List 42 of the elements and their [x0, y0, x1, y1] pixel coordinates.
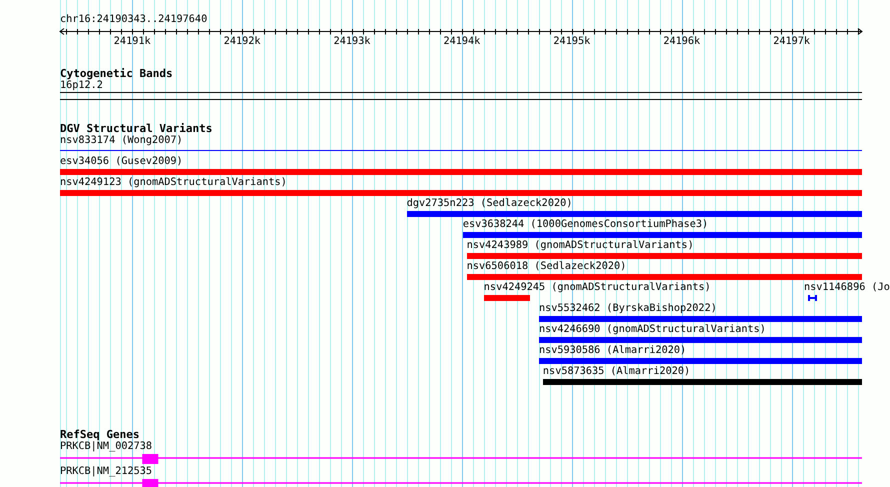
- transcript-drawing[interactable]: [60, 479, 862, 487]
- variant-bar[interactable]: [484, 295, 530, 301]
- transcript-label[interactable]: PRKCB|NM_002738: [60, 441, 152, 453]
- variant-label[interactable]: esv3638244 (1000GenomesConsortiumPhase3): [462, 219, 708, 231]
- variant-bar[interactable]: [539, 337, 862, 343]
- variant-label[interactable]: nsv833174 (Wong2007): [60, 135, 183, 147]
- transcript-label[interactable]: PRKCB|NM_212535: [60, 466, 152, 478]
- variant-label[interactable]: nsv4243989 (gnomADStructuralVariants): [466, 240, 694, 252]
- variant-label[interactable]: nsv1146896 (Jo: [804, 282, 890, 294]
- variant-label[interactable]: nsv5532462 (ByrskaBishop2022): [538, 303, 717, 315]
- track-title: Cytogenetic Bands: [60, 67, 173, 80]
- region-label: chr16:24190343..24197640: [60, 14, 208, 26]
- variant-bar[interactable]: [60, 169, 862, 175]
- variant-label[interactable]: nsv5873635 (Almarri2020): [542, 366, 690, 378]
- tick-label: 24194k: [444, 36, 480, 47]
- variant-bar[interactable]: [407, 211, 862, 217]
- variant-label[interactable]: esv34056 (Gusev2009): [60, 156, 183, 168]
- variant-bar[interactable]: [539, 316, 862, 322]
- tick-label: 24192k: [224, 36, 261, 47]
- variant-label[interactable]: nsv4249123 (gnomADStructuralVariants): [60, 177, 287, 189]
- variant-bar[interactable]: [463, 232, 862, 238]
- variant-bar[interactable]: [543, 379, 862, 385]
- variant-bar[interactable]: [467, 274, 862, 280]
- variant-interval[interactable]: [808, 295, 817, 301]
- tick-label: 24197k: [773, 36, 810, 47]
- variant-label[interactable]: nsv4246690 (gnomADStructuralVariants): [538, 324, 766, 336]
- tick-label: 24196k: [663, 36, 700, 47]
- track-title: DGV Structural Variants: [60, 122, 212, 135]
- tick-label: 24191k: [114, 36, 151, 47]
- variant-label[interactable]: nsv6506018 (Sedlazeck2020): [466, 261, 626, 273]
- band-label: 16p12.2: [60, 80, 103, 92]
- variant-label[interactable]: dgv2735n223 (Sedlazeck2020): [406, 198, 572, 210]
- variant-bar[interactable]: [60, 190, 862, 196]
- tick-label: 24193k: [334, 36, 370, 47]
- variant-line[interactable]: [60, 150, 862, 151]
- variant-label[interactable]: nsv4249245 (gnomADStructuralVariants): [484, 282, 711, 294]
- tick-label: 24195k: [553, 36, 590, 47]
- variant-bar[interactable]: [539, 358, 862, 364]
- variant-label[interactable]: nsv5930586 (Almarri2020): [538, 345, 686, 357]
- transcript-drawing[interactable]: [60, 454, 862, 464]
- variant-bar[interactable]: [467, 253, 862, 259]
- track-title: RefSeq Genes: [60, 428, 140, 441]
